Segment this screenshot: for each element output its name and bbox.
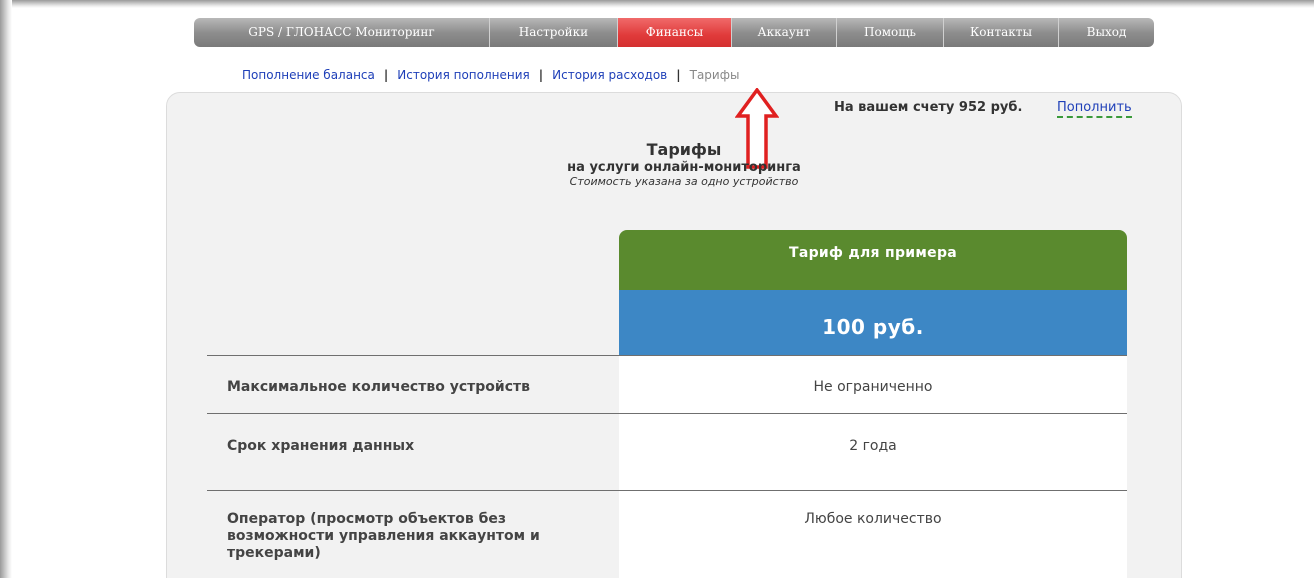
subnav-balance-topup[interactable]: Пополнение баланса bbox=[242, 68, 375, 82]
subnav-expense-history[interactable]: История расходов bbox=[552, 68, 667, 82]
subnav-separator: | bbox=[676, 68, 681, 82]
feature-label-operator: Оператор (просмотр объектов без возможно… bbox=[227, 511, 540, 561]
feature-label-max-devices: Максимальное количество устройств bbox=[227, 379, 530, 395]
subnav-tariffs-current[interactable]: Тарифы bbox=[690, 68, 740, 82]
row-divider bbox=[207, 355, 1127, 356]
nav-item-logout[interactable]: Выход bbox=[1059, 18, 1154, 47]
subnav-topup-history[interactable]: История пополнения bbox=[397, 68, 530, 82]
top-navigation: GPS / ГЛОНАСС Мониторинг Настройки Финан… bbox=[194, 18, 1154, 47]
page-subtitle: на услуги онлайн-мониторинга bbox=[567, 160, 801, 175]
tariff-price: 100 руб. bbox=[619, 290, 1127, 356]
page: GPS / ГЛОНАСС Мониторинг Настройки Финан… bbox=[14, 8, 1304, 578]
page-title: Тарифы bbox=[646, 140, 722, 159]
nav-item-finance[interactable]: Финансы bbox=[618, 18, 732, 47]
tariffs-heading: Тарифы на услуги онлайн-мониторинга Стои… bbox=[424, 140, 944, 189]
feature-value-operator: Любое количество bbox=[804, 511, 942, 527]
tariff-name: Тариф для примера bbox=[619, 230, 1127, 290]
nav-item-contacts[interactable]: Контакты bbox=[944, 18, 1059, 47]
subnav-separator: | bbox=[538, 68, 544, 82]
screenshot-frame-left bbox=[0, 0, 12, 578]
account-balance: На вашем счету 952 руб. bbox=[834, 100, 1023, 115]
nav-item-account[interactable]: Аккаунт bbox=[732, 18, 837, 47]
row-divider bbox=[207, 413, 1127, 414]
row-divider bbox=[207, 490, 1127, 491]
nav-item-help[interactable]: Помощь bbox=[837, 18, 944, 47]
finance-subnav: Пополнение баланса | История пополнения | Ис… bbox=[242, 68, 739, 82]
feature-value-max-devices: Не ограниченно bbox=[813, 379, 933, 395]
subnav-separator: | bbox=[383, 68, 389, 82]
screenshot-frame-top bbox=[0, 0, 1314, 8]
topup-link[interactable]: Пополнить bbox=[1057, 100, 1132, 118]
feature-label-data-retention: Срок хранения данных bbox=[227, 438, 415, 454]
nav-item-monitoring[interactable]: GPS / ГЛОНАСС Мониторинг bbox=[194, 18, 490, 47]
price-note: Стоимость указана за одно устройство bbox=[569, 175, 799, 188]
feature-value-data-retention: 2 года bbox=[849, 438, 897, 454]
nav-item-settings[interactable]: Настройки bbox=[490, 18, 618, 47]
